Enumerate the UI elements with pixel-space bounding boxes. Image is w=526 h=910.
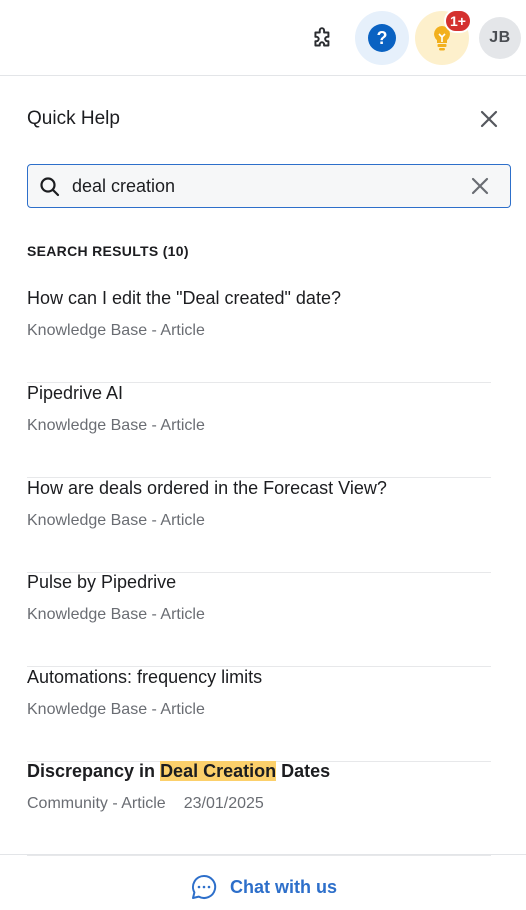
result-title: How can I edit the "Deal created" date? (27, 288, 341, 308)
result-title-text: Dates (276, 761, 331, 781)
result-source: Community - Article (27, 795, 166, 812)
result-date: 23/01/2025 (183, 795, 264, 812)
help-icon: ? (368, 24, 396, 52)
result-meta: Knowledge Base - Article (27, 417, 205, 434)
panel-footer: Chat with us (0, 854, 526, 910)
search-result-item[interactable]: Pulse by Pipedrive Knowledge Base - Arti… (27, 572, 491, 667)
result-meta: Knowledge Base - Article (27, 322, 205, 339)
search-result-item[interactable]: Automations: frequency limits Knowledge … (27, 667, 491, 762)
chat-with-us-button[interactable]: Chat with us (190, 873, 337, 901)
search-result-item[interactable]: Pipedrive AI Knowledge Base - Article (27, 383, 491, 478)
clear-search-icon[interactable] (468, 174, 492, 198)
search-results-heading: SEARCH RESULTS (10) (27, 243, 189, 259)
result-title: Pipedrive AI (27, 383, 124, 403)
search-term-highlight: Deal Creation (160, 761, 277, 781)
help-button[interactable]: ? (355, 11, 409, 65)
puzzle-icon (314, 27, 330, 47)
result-meta: Knowledge Base - Article (27, 512, 205, 529)
user-avatar[interactable]: JB (479, 17, 521, 59)
result-title: How are deals ordered in the Forecast Vi… (27, 478, 387, 498)
result-meta: Community - Article 23/01/2025 (27, 795, 264, 813)
search-result-item[interactable]: Discrepancy in Deal Creation Dates Commu… (27, 761, 491, 856)
chat-label: Chat with us (230, 876, 337, 897)
top-bar: ? 1+ JB (0, 0, 526, 76)
close-icon (480, 110, 498, 128)
chat-bubble-icon (191, 874, 217, 899)
result-meta: Knowledge Base - Article (27, 701, 205, 718)
extensions-button[interactable] (304, 20, 342, 58)
result-title: Automations: frequency limits (27, 667, 263, 687)
search-result-item[interactable]: How are deals ordered in the Forecast Vi… (27, 478, 491, 573)
panel-title: Quick Help (27, 108, 120, 129)
result-title: Discrepancy in Deal Creation Dates (27, 761, 330, 782)
close-button[interactable] (474, 104, 504, 134)
search-result-item[interactable]: How can I edit the "Deal created" date? … (27, 288, 491, 383)
search-icon (40, 177, 60, 197)
search-input[interactable] (72, 165, 452, 207)
result-meta: Knowledge Base - Article (27, 606, 205, 623)
search-box (27, 164, 511, 208)
notification-badge: 1+ (444, 9, 472, 33)
result-title: Pulse by Pipedrive (27, 572, 177, 592)
result-title-text: Discrepancy in (27, 761, 161, 781)
